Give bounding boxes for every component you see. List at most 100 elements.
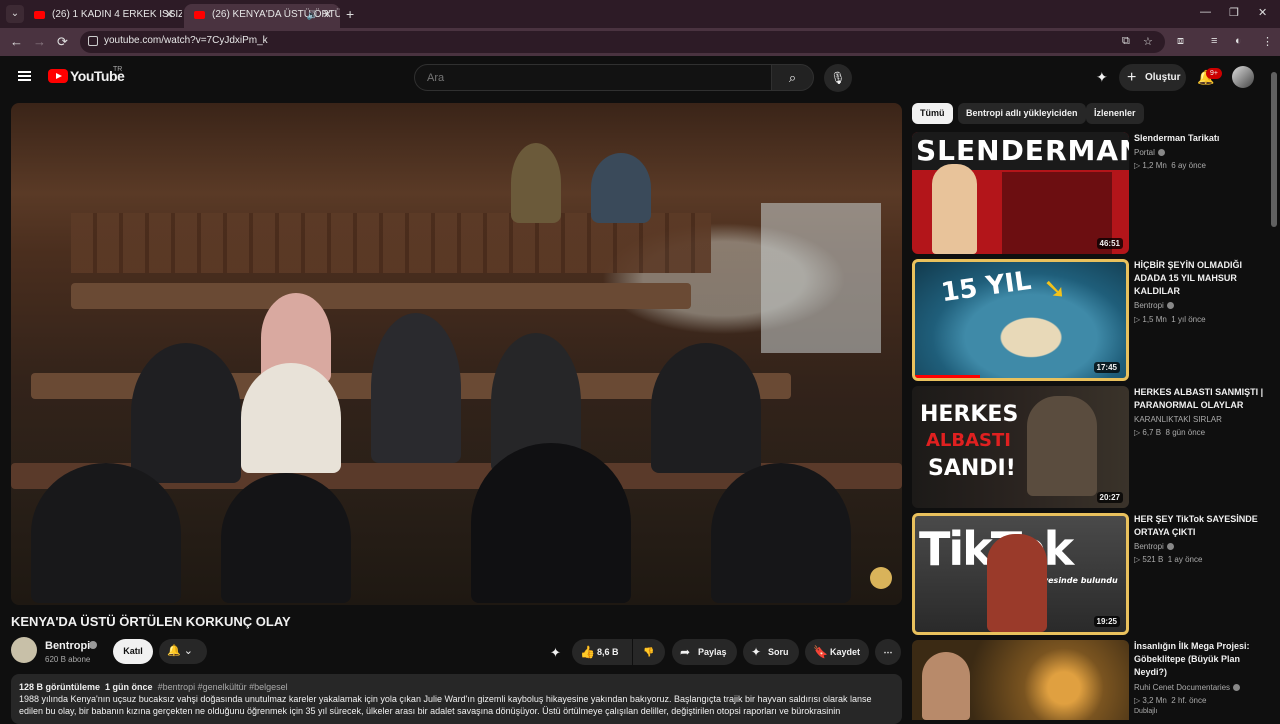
- like-button[interactable]: 👍 8,6 B: [572, 639, 632, 665]
- join-button[interactable]: Katıl: [113, 639, 153, 664]
- search-input[interactable]: [414, 64, 772, 91]
- address-bar[interactable]: youtube.com/watch?v=7CyJdxiPm_k: [80, 31, 1165, 53]
- create-label: Oluştur: [1145, 72, 1181, 83]
- recommendation-meta: ▷ 6,7 B 8 gün önce: [1134, 428, 1206, 437]
- subscription-bell-button[interactable]: 🔔 ⌄: [159, 639, 207, 664]
- speaker-icon[interactable]: 🔊: [307, 4, 318, 26]
- channel-watermark-icon[interactable]: [870, 567, 892, 589]
- browser-tab-2-active[interactable]: (26) KENYA'DA ÜSTÜ ÖRTÜ 🔊 ✕: [184, 4, 340, 28]
- description-box[interactable]: 128 B görüntüleme 1 gün önce #bentropi #…: [11, 674, 902, 724]
- recommendation-title[interactable]: HİÇBİR ŞEYİN OLMADIĞI ADADA 15 YIL MAHSU…: [1134, 259, 1264, 298]
- share-icon: ➦: [680, 645, 691, 659]
- view-count: 521 B: [1142, 555, 1164, 564]
- chip-from-uploader[interactable]: Bentropi adlı yükleyiciden: [958, 103, 1086, 124]
- duration-badge: 19:25: [1093, 616, 1120, 627]
- close-window-button[interactable]: ✕: [1258, 6, 1267, 19]
- youtube-masthead: YouTube TR ⌕ 🎙 ✦ + Oluştur 🔔 9+: [0, 56, 1280, 100]
- save-button[interactable]: 🔖 Kaydet: [805, 639, 869, 665]
- bench-row: [71, 283, 691, 309]
- youtube-logo-icon[interactable]: [48, 69, 68, 83]
- url-text[interactable]: youtube.com/watch?v=7CyJdxiPm_k: [104, 35, 268, 46]
- duration-badge: 17:45: [1093, 362, 1120, 373]
- recommendation-meta: ▷ 3,2 Mn 2 hf. önce: [1134, 696, 1207, 705]
- recommendation-meta: ▷ 1,5 Mn 1 yıl önce: [1134, 315, 1206, 324]
- chip-all[interactable]: Tümü: [912, 103, 953, 124]
- minimize-button[interactable]: —: [1200, 6, 1211, 18]
- bookmark-icon: 🔖: [813, 645, 828, 659]
- ask-button[interactable]: ✦ Soru: [743, 639, 799, 665]
- tab-search-button[interactable]: ⌄: [6, 5, 24, 23]
- save-label: Kaydet: [830, 647, 861, 657]
- person-figure: [511, 143, 561, 223]
- browser-menu-icon[interactable]: ⋮: [1262, 35, 1273, 48]
- install-app-icon[interactable]: ⧉: [1122, 35, 1130, 48]
- page-scrollbar[interactable]: [1271, 72, 1277, 227]
- video-thumbnail[interactable]: TikTok sayesinde bulundu 19:25: [912, 513, 1129, 635]
- recommendation-channel[interactable]: Bentropi: [1134, 542, 1174, 551]
- forward-button[interactable]: →: [33, 34, 46, 49]
- sparkle-icon: ✦: [751, 645, 762, 659]
- view-count: 3,2 Mn: [1142, 696, 1167, 705]
- tab-close-icon[interactable]: ✕: [323, 4, 332, 26]
- video-thumbnail[interactable]: SLENDERMAN 46:51: [912, 132, 1129, 254]
- recommendation-channel[interactable]: KARANLIKTAKİ SIRLAR: [1134, 415, 1222, 424]
- person-figure: [651, 343, 761, 473]
- menu-icon[interactable]: [18, 71, 31, 81]
- recommendation-channel[interactable]: Ruhi Cenet Documentaries: [1134, 683, 1241, 692]
- reload-button[interactable]: ⟳: [57, 34, 68, 50]
- recommendation-channel[interactable]: Bentropi: [1134, 301, 1174, 310]
- verified-icon: [1166, 543, 1174, 550]
- recommendation-item[interactable]: TikTok sayesinde bulundu 19:25 HER ŞEY T…: [912, 513, 1272, 635]
- upload-age: 8 gün önce: [1165, 428, 1206, 437]
- recommendation-title[interactable]: Slenderman Tarikatı: [1134, 132, 1264, 145]
- upload-age: 6 ay önce: [1171, 161, 1206, 170]
- search-icon[interactable]: ⌕: [771, 64, 814, 91]
- channel-name[interactable]: Bentropi: [45, 640, 90, 652]
- account-avatar[interactable]: [1232, 66, 1254, 88]
- tab-close-icon[interactable]: ✕: [165, 4, 174, 26]
- hashtags[interactable]: #bentropi #genelkültür #belgesel: [158, 682, 288, 692]
- restore-button[interactable]: ❐: [1229, 6, 1239, 19]
- video-thumbnail[interactable]: HERKES ALBASTI SANDI! 20:27: [912, 386, 1129, 508]
- upload-age: 2 hf. önce: [1171, 696, 1207, 705]
- premium-icon[interactable]: ✦: [550, 645, 561, 661]
- plus-icon: +: [1127, 69, 1137, 86]
- site-info-icon[interactable]: [88, 36, 98, 46]
- recommendation-item[interactable]: HERKES ALBASTI SANDI! 20:27 HERKES ALBAS…: [912, 386, 1272, 508]
- verified-icon: [1157, 149, 1165, 156]
- new-tab-button[interactable]: +: [346, 6, 354, 22]
- chip-watched[interactable]: İzlenenler: [1086, 103, 1144, 124]
- tab-title: (26) KENYA'DA ÜSTÜ ÖRTÜ: [212, 9, 340, 20]
- subscriber-count: 620 B abone: [45, 655, 91, 664]
- channel-label: Portal: [1134, 148, 1155, 157]
- mic-icon[interactable]: 🎙: [824, 64, 852, 92]
- video-player[interactable]: [11, 103, 902, 605]
- share-button[interactable]: ➦ Paylaş: [672, 639, 737, 665]
- thumbnail-text: HERKES: [920, 402, 1019, 427]
- recommendation-item[interactable]: 15 YIL ➘ 17:45 HİÇBİR ŞEYİN OLMADIĞI ADA…: [912, 259, 1272, 381]
- back-button[interactable]: ←: [10, 34, 23, 49]
- premium-icon[interactable]: ✦: [1096, 69, 1108, 86]
- browser-tab-1[interactable]: (26) 1 KADIN 4 ERKEK ISSIZ BİR ✕: [24, 4, 182, 28]
- profile-icon[interactable]: ◐: [1235, 35, 1242, 47]
- video-thumbnail[interactable]: 15 YIL ➘ 17:45: [912, 259, 1129, 381]
- arrow-icon: ➘: [1043, 272, 1067, 305]
- bookmark-star-icon[interactable]: ☆: [1143, 35, 1153, 48]
- more-actions-button[interactable]: ⋯: [875, 639, 901, 665]
- recommendation-item[interactable]: İnsanlığın İlk Mega Projesi: Göbeklitepe…: [912, 640, 1272, 720]
- create-button[interactable]: + Oluştur: [1119, 64, 1186, 91]
- reading-list-icon[interactable]: ≡: [1211, 35, 1217, 47]
- recommendation-title[interactable]: HER ŞEY TikTok SAYESİNDE ORTAYA ÇIKTI: [1134, 513, 1264, 539]
- recommendation-title[interactable]: İnsanlığın İlk Mega Projesi: Göbeklitepe…: [1134, 640, 1264, 679]
- window-light: [761, 203, 881, 353]
- recommendation-item[interactable]: SLENDERMAN 46:51 Slenderman Tarikatı Por…: [912, 132, 1272, 254]
- recommendation-title[interactable]: HERKES ALBASTI SANMIŞTI | PARANORMAL OLA…: [1134, 386, 1264, 412]
- channel-label: KARANLIKTAKİ SIRLAR: [1134, 415, 1222, 424]
- recommendation-channel[interactable]: Portal: [1134, 148, 1165, 157]
- channel-avatar[interactable]: [11, 637, 37, 663]
- region-code: TR: [113, 66, 123, 73]
- video-thumbnail[interactable]: [912, 640, 1129, 720]
- dislike-button[interactable]: 👎: [633, 639, 665, 665]
- recommendation-meta: ▷ 521 B 1 ay önce: [1134, 555, 1203, 564]
- extensions-icon[interactable]: ⧈: [1177, 35, 1184, 48]
